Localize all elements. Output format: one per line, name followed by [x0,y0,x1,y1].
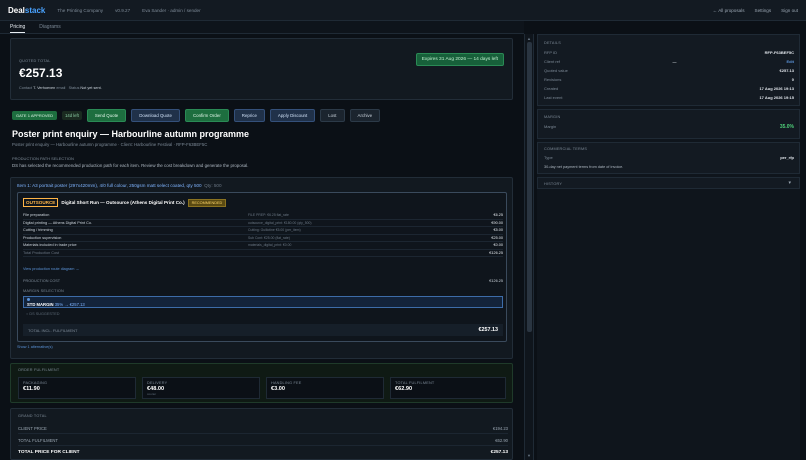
margin-selection-label: MARGIN SELECTION [23,289,64,293]
tab-pricing[interactable]: Pricing [10,21,26,33]
sign-out-link[interactable]: Sign out [781,8,798,13]
quoted-total-value: €257.13 [19,66,63,80]
contact-name[interactable]: T. Verhoeven [33,86,55,90]
item-total-row: TOTAL INCL. FULFILMENT €257.13 [23,324,503,336]
outsource-tag: OUTSOURCE [23,198,59,207]
tab-bar: Pricing Diagrams [0,21,524,34]
packaging-box: PACKAGING €11.90 [18,377,136,399]
fulfilment-card: ORDER FULFILMENT PACKAGING €11.90 DELIVER… [10,363,513,403]
commercial-terms-label: COMMERCIAL TERMS [544,147,588,151]
total-fulfilment-row: TOTAL FULFILMENT €62.90 [18,438,508,446]
tab-diagrams[interactable]: Diagrams [39,21,60,33]
production-cost-row: PRODUCTION COST €126.25 [23,279,503,283]
item-card: Item 1: A3 portrait poster (297x420mm), … [10,177,513,359]
quote-summary-card: QUOTED TOTAL €257.13 Contact T. Verhoeve… [10,38,513,100]
table-row: File preparation FILE PREP: €6.25 flat_ra… [23,212,503,220]
reprice-button[interactable]: Reprice [233,109,265,122]
table-row: Materials included in trade price materia… [23,242,503,250]
grand-total-card: GRAND TOTAL CLIENT PRICE €194.23 TOTAL FU… [10,408,513,460]
option-card[interactable]: OUTSOURCE Digital Short Run — Outsource … [17,192,507,342]
recommended-badge: RECOMMENDED [187,198,227,207]
user-label: Eva Sander · admin / sender [142,7,201,13]
action-bar: GATE 1 APPROVED 14d left Send Quote Down… [12,109,381,122]
show-alternatives-link[interactable]: Show 1 alternative(s) [17,345,53,349]
path-description: DS has selected the recommended producti… [12,163,249,168]
detail-row: Created 17 Aug 2026 19:13 [544,86,794,91]
ds-suggested-option[interactable]: ○ DS SUGGESTED [26,312,60,316]
margin-row: Margin 35.0% [544,124,794,130]
edit-client-ref-link[interactable]: Edit [786,59,794,64]
apply-discount-button[interactable]: Apply Discount [269,109,316,122]
history-panel[interactable]: HISTORY ▾ [537,177,800,189]
client-price-row: CLIENT PRICE €194.23 [18,426,508,434]
option-name: Digital Short Run — Outsource (Athens Di… [61,200,185,205]
std-margin-radio[interactable] [27,298,30,301]
all-proposals-link[interactable]: ← All proposals [713,8,745,13]
scroll-down-icon[interactable]: ▼ [527,453,531,458]
terms-type-row: Type per_rfp [544,155,794,160]
settings-link[interactable]: Settings [755,8,772,13]
days-left-badge: 14d left [62,111,82,120]
page-subtitle: Poster print enquiry — Harbourline autum… [12,142,208,147]
history-label: HISTORY [544,182,563,186]
lost-button[interactable]: Lost [320,109,345,122]
app-logo[interactable]: Dealstack [8,6,45,15]
status-value: Not yet sent. [80,86,102,90]
send-quote-button[interactable]: Send Quote [86,109,127,122]
top-bar: Dealstack The Printing Company v0.9.27 E… [0,0,806,21]
download-quote-button[interactable]: Download Quote [131,109,180,122]
detail-row: Quoted value €257.13 [544,68,794,73]
path-section-label: PRODUCTION PATH SELECTION [12,156,74,161]
expiry-badge: Expires 31 Aug 2026 — 14 days left [415,53,504,66]
cost-table: File preparation FILE PREP: €6.25 flat_ra… [23,212,503,257]
margin-panel-label: MARGIN [544,115,561,119]
table-row: Production supervision Sub Cont: €25.00 (… [23,235,503,242]
total-fulfilment-box: TOTAL FULFILMENT €62.90 [390,377,506,399]
main-content: QUOTED TOTAL €257.13 Contact T. Verhoeve… [0,34,524,460]
details-panel: DETAILS RFP ID RFP-F63BEF5C Client ref — Ed… [537,34,800,106]
page-title: Poster print enquiry — Harbourline autum… [12,129,250,139]
chevron-down-icon[interactable]: ▾ [788,180,791,186]
item-title: Item 1: A3 portrait poster (297x420mm), … [17,183,222,188]
main-scrollbar[interactable]: ▲ ▼ [524,34,534,460]
margin-panel: MARGIN Margin 35.0% [537,109,800,139]
confirm-order-button[interactable]: Confirm Order [184,109,229,122]
detail-row: Client ref — Edit [544,59,794,64]
std-margin-option[interactable]: STD MARGIN 35% → €257.13 [23,296,503,308]
right-sidebar: DETAILS RFP ID RFP-F63BEF5C Client ref — Ed… [537,34,800,460]
archive-button[interactable]: Archive [349,109,381,122]
commercial-terms-panel: COMMERCIAL TERMS Type per_rfp 30-day net … [537,142,800,174]
detail-row: Revisions 0 [544,77,794,82]
detail-row: RFP ID RFP-F63BEF5C [544,50,794,55]
grand-total-label: GRAND TOTAL [18,414,47,418]
details-label: DETAILS [544,41,561,45]
total-price-row: TOTAL PRICE FOR CLIENT €257.13 [18,450,508,455]
table-total-row: Total Production Cost €126.25 [23,250,503,257]
fulfilment-label: ORDER FULFILMENT [18,368,60,372]
company-name: The Printing Company [57,7,104,13]
table-row: Cutting / trimming Cutting: Guillotine €5… [23,227,503,235]
handling-fee-box: HANDLING FEE €3.00 [266,377,384,399]
view-route-diagram-link[interactable]: View production route diagram → [23,267,79,271]
delivery-box: DELIVERY €48.00 courier [142,377,260,399]
scroll-thumb[interactable] [527,42,532,332]
terms-text: 30-day net payment terms from date of in… [544,165,624,169]
detail-row: Last event 17 Aug 2026 19:15 [544,95,794,100]
scroll-up-icon[interactable]: ▲ [527,36,531,41]
gate-badge: GATE 1 APPROVED [12,111,58,120]
quoted-total-label: QUOTED TOTAL [19,59,51,63]
version-label: v0.9.27 [115,7,131,13]
contact-line: Contact T. Verhoeven email Status Not ye… [19,86,102,90]
table-row: Digital printing — Athens Digital Print … [23,220,503,227]
